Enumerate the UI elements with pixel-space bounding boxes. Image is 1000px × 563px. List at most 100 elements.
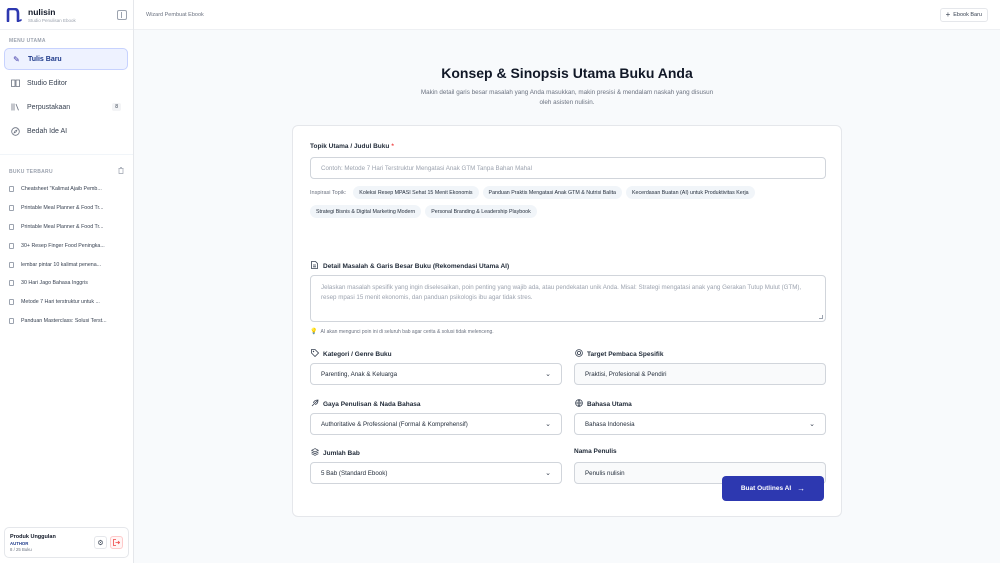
new-ebook-button[interactable]: + Ebook Baru <box>939 7 988 22</box>
language-label: Bahasa Utama <box>574 399 632 409</box>
author-label: Nama Penulis <box>574 448 617 455</box>
recent-book-item[interactable]: 30+ Resep Finger Food Peningka... <box>0 236 133 255</box>
plan-card: Produk Unggulan AUTHOR 8 / 25 Buku ⚙ <box>4 527 129 558</box>
recent-section-label: BUKU TERBARU <box>9 168 53 175</box>
recent-book-item[interactable]: Metode 7 Hari terstruktur untuk ... <box>0 293 133 312</box>
recent-book-title: Cheatsheet "Kalimat Ajaib Pemb... <box>21 186 102 193</box>
audience-label: Target Pembaca Spesifik <box>574 349 663 359</box>
document-icon <box>9 317 14 324</box>
recent-book-title: Panduan Masterclass: Solusi Terst... <box>21 317 107 324</box>
chapters-value: 5 Bab (Standard Ebook) <box>321 469 388 477</box>
audience-input[interactable]: Praktisi, Profesional & Pendiri <box>574 363 826 385</box>
recent-book-title: Metode 7 Hari terstruktur untuk ... <box>21 299 100 306</box>
category-select[interactable]: Parenting, Anak & Keluarga ⌄ <box>310 363 562 385</box>
topic-label: Topik Utama / Judul Buku * <box>310 143 394 150</box>
inspiration-chip[interactable]: Personal Branding & Leadership Playbook <box>425 205 537 218</box>
layers-icon <box>310 448 319 458</box>
create-outlines-label: Buat Outlines AI <box>740 485 792 492</box>
inspiration-chip[interactable]: Panduan Praktis Mengatasi Anak GTM & Nut… <box>482 186 623 199</box>
chevron-down-icon: ⌄ <box>545 371 551 378</box>
brand-name: nulisin <box>28 6 56 17</box>
sidebar: nulisin Studio Penulisan Ebook MENU UTAM… <box>0 0 134 563</box>
sidebar-item-studio-editor[interactable]: Studio Editor <box>4 72 128 94</box>
sidebar-item-label: Studio Editor <box>27 79 68 87</box>
inspiration-chips: Inspirasi Topik: Koleksi Resep MPASI Seh… <box>310 186 830 199</box>
sidebar-item-label: Bedah Ide AI <box>27 127 68 135</box>
new-ebook-label: Ebook Baru <box>953 11 982 18</box>
breadcrumb: Wizard Pembuat Ebook <box>146 11 204 18</box>
book-quota: 8 / 25 Buku <box>10 546 32 552</box>
recent-book-item[interactable]: lembar pintar 10 kalimat penena... <box>0 255 133 274</box>
book-open-icon <box>11 79 20 88</box>
language-value: Bahasa Indonesia <box>585 420 635 428</box>
inspiration-chip[interactable]: Kecerdasan Buatan (AI) untuk Produktivit… <box>626 186 755 199</box>
sidebar-item-perpustakaan[interactable]: Perpustakaan 8 <box>4 96 128 118</box>
sidebar-item-bedah-ide-ai[interactable]: Bedah Ide AI <box>4 120 128 142</box>
style-value: Authoritative & Professional (Formal & K… <box>321 420 468 428</box>
target-icon <box>574 349 583 359</box>
plan-name: Produk Unggulan <box>10 533 56 540</box>
detail-hint: 💡 AI akan mengunci poin ini di seluruh b… <box>310 328 494 336</box>
style-label: Gaya Penulisan & Nada Bahasa <box>310 399 421 409</box>
logout-icon[interactable] <box>110 536 123 549</box>
recent-book-item[interactable]: Printable Meal Planner & Food Tr... <box>0 218 133 237</box>
chevron-down-icon: ⌄ <box>545 421 551 428</box>
chapters-select[interactable]: 5 Bab (Standard Ebook) ⌄ <box>310 462 562 484</box>
recent-book-title: lembar pintar 10 kalimat penena... <box>21 261 102 268</box>
language-select[interactable]: Bahasa Indonesia ⌄ <box>574 413 826 435</box>
detail-label-text: Detail Masalah & Garis Besar Buku (Rekom… <box>323 262 510 270</box>
sidebar-collapse-icon[interactable] <box>117 9 127 20</box>
plus-icon: + <box>945 10 951 19</box>
document-text-icon <box>310 261 319 271</box>
recent-book-item[interactable]: Panduan Masterclass: Solusi Terst... <box>0 312 133 331</box>
document-icon <box>9 280 14 287</box>
detail-hint-text: AI akan mengunci poin ini di seluruh bab… <box>320 328 494 335</box>
feather-pen-icon <box>310 399 319 409</box>
library-count-badge: 8 <box>112 103 121 111</box>
page-subtitle: Makin detail garis besar masalah yang An… <box>420 89 714 106</box>
required-mark: * <box>391 143 394 150</box>
document-icon <box>9 261 14 268</box>
chapters-label: Jumlah Bab <box>310 448 360 458</box>
author-label-text: Nama Penulis <box>574 448 617 455</box>
category-label-text: Kategori / Genre Buku <box>323 350 392 358</box>
recent-book-title: Printable Meal Planner & Food Tr... <box>21 223 104 230</box>
chevron-down-icon: ⌄ <box>545 470 551 477</box>
topic-label-text: Topik Utama / Judul Buku <box>310 143 390 150</box>
lightbulb-icon: 💡 <box>310 329 318 335</box>
topic-input[interactable]: Contoh: Metode 7 Hari Terstruktur Mengat… <box>310 157 826 179</box>
hero: Konsep & Sinopsis Utama Buku Anda Makin … <box>134 65 1000 107</box>
detail-label: Detail Masalah & Garis Besar Buku (Rekom… <box>310 261 509 271</box>
page-title: Konsep & Sinopsis Utama Buku Anda <box>441 65 693 81</box>
trash-icon[interactable] <box>118 167 124 176</box>
brand: nulisin Studio Penulisan Ebook <box>0 0 133 30</box>
recent-book-item[interactable]: 30 Hari Jago Bahasa Inggris <box>0 274 133 293</box>
document-icon <box>9 186 14 193</box>
document-icon <box>9 299 14 306</box>
recent-book-item[interactable]: Cheatsheet "Kalimat Ajaib Pemb... <box>0 180 133 199</box>
tag-icon <box>310 349 319 359</box>
detail-placeholder: Jelaskan masalah spesifik yang ingin dis… <box>321 284 802 301</box>
resize-grip-icon[interactable] <box>819 315 823 319</box>
create-outlines-button[interactable]: Buat Outlines AI → <box>722 476 824 501</box>
sidebar-item-label: Tulis Baru <box>28 55 62 63</box>
brand-subtitle: Studio Penulisan Ebook <box>28 17 76 23</box>
audience-label-text: Target Pembaca Spesifik <box>587 350 664 358</box>
chevron-down-icon: ⌄ <box>809 421 815 428</box>
inspiration-chip[interactable]: Koleksi Resep MPASI Sehat 15 Menit Ekono… <box>353 186 479 199</box>
arrow-right-icon: → <box>797 484 806 493</box>
recent-book-item[interactable]: Printable Meal Planner & Food Tr... <box>0 199 133 218</box>
library-icon <box>11 103 20 112</box>
detail-textarea[interactable]: Jelaskan masalah spesifik yang ingin dis… <box>310 275 826 322</box>
chapters-label-text: Jumlah Bab <box>323 449 360 457</box>
inspiration-chip[interactable]: Strategi Bisnis & Digital Marketing Mode… <box>310 205 422 218</box>
document-icon <box>9 205 14 212</box>
plan-tier: AUTHOR <box>10 540 29 546</box>
menu-section-label: MENU UTAMA <box>9 38 46 44</box>
style-select[interactable]: Authoritative & Professional (Formal & K… <box>310 413 562 435</box>
inspiration-chips-row-2: Strategi Bisnis & Digital Marketing Mode… <box>310 205 830 218</box>
main-area: Wizard Pembuat Ebook + Ebook Baru Konsep… <box>134 0 1000 563</box>
settings-gear-icon[interactable]: ⚙ <box>94 536 107 549</box>
sidebar-item-tulis-baru[interactable]: ✎ Tulis Baru <box>4 48 128 70</box>
concept-form-card: Topik Utama / Judul Buku * Contoh: Metode… <box>292 125 842 517</box>
